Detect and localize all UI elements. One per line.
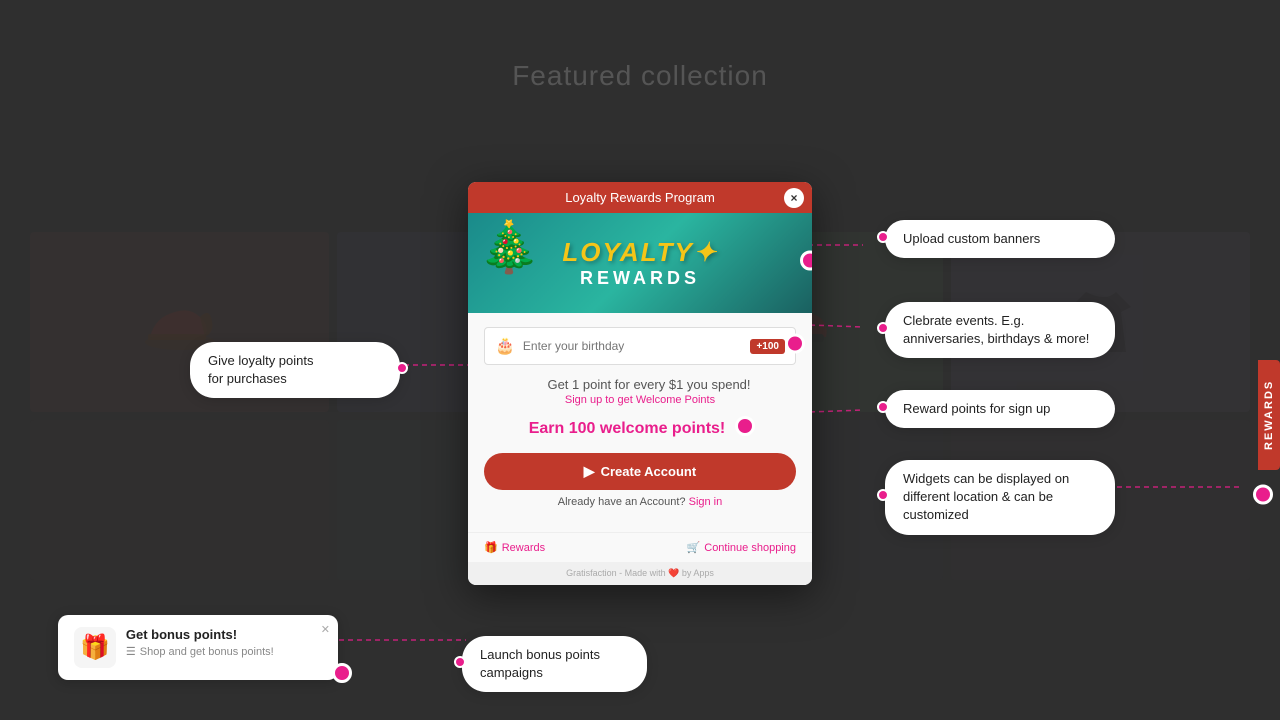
give-points-text: Give loyalty pointsfor purchases [208, 352, 382, 388]
upload-banners-callout: Upload custom banners [885, 220, 1115, 258]
earn-text: Get 1 point for every $1 you spend! [547, 377, 750, 392]
banner-loyalty-text: LOYALTY✦ [562, 237, 717, 268]
earn-row: Get 1 point for every $1 you spend! Sign… [484, 377, 796, 406]
signin-link[interactable]: Sign in [689, 496, 723, 508]
notif-title: Get bonus points! [126, 627, 274, 642]
modal-branding: Gratisfaction - Made with ❤️ by Apps [468, 562, 812, 585]
modal-banner: 🎄 LOYALTY✦ REWARDS [468, 213, 812, 313]
celebrate-dot [877, 322, 889, 334]
widgets-far-dot [1253, 485, 1273, 505]
earn-sub-text: Sign up to get Welcome Points [484, 394, 796, 406]
modal-close-button[interactable]: × [784, 188, 804, 208]
rewards-link-label: Rewards [502, 542, 545, 554]
birthday-icon: 🎂 [495, 336, 515, 356]
signin-row: Already have an Account? Sign in [484, 496, 796, 508]
widgets-dot [877, 489, 889, 501]
create-account-button[interactable]: ▶ Create Account [484, 453, 796, 490]
notif-content: Get bonus points! ☰ Shop and get bonus p… [126, 627, 274, 658]
notif-connector-dot [332, 663, 352, 683]
birthday-connector-dot [785, 334, 805, 354]
create-btn-label: Create Account [601, 464, 697, 479]
give-points-dot [396, 362, 408, 374]
widgets-callout: Widgets can be displayed on different lo… [885, 460, 1115, 535]
launch-bonus-callout: Launch bonus points campaigns [462, 636, 647, 692]
modal-footer: 🎁 Rewards 🛒 Continue shopping [468, 532, 812, 562]
banner-decoration: 🎄 [478, 218, 540, 277]
modal-body: 🎂 +100 Get 1 point for every $1 you spen… [468, 313, 812, 532]
reward-signup-dot [877, 401, 889, 413]
loyalty-modal: Loyalty Rewards Program × 🎄 LOYALTY✦ REW… [468, 182, 812, 585]
rewards-link[interactable]: 🎁 Rewards [484, 541, 545, 554]
continue-label: Continue shopping [704, 542, 796, 554]
banner-connector-dot [800, 251, 812, 271]
birthday-row: 🎂 +100 [484, 327, 796, 365]
cart-icon: 🛒 [687, 541, 701, 554]
notif-close-button[interactable]: ✕ [321, 623, 330, 636]
notif-list-icon: ☰ [126, 645, 136, 658]
celebrate-events-callout: Clebrate events. E.g. anniversaries, bir… [885, 302, 1115, 358]
notification-widget: 🎁 Get bonus points! ☰ Shop and get bonus… [58, 615, 338, 680]
banner-rewards-text: REWARDS [562, 268, 717, 289]
signin-text: Already have an Account? [558, 496, 686, 508]
rewards-icon: 🎁 [484, 541, 498, 554]
launch-bonus-text: Launch bonus points campaigns [480, 646, 629, 682]
create-btn-icon: ▶ [584, 463, 595, 480]
welcome-connector-dot [735, 416, 755, 436]
modal-header: Loyalty Rewards Program × [468, 182, 812, 213]
give-points-callout: Give loyalty pointsfor purchases [190, 342, 400, 398]
reward-signup-callout: Reward points for sign up [885, 390, 1115, 428]
notif-subtitle: ☰ Shop and get bonus points! [126, 645, 274, 658]
continue-shopping-link[interactable]: 🛒 Continue shopping [687, 541, 796, 554]
launch-bonus-dot [454, 656, 466, 668]
welcome-row: Earn 100 welcome points! [484, 416, 796, 441]
rewards-tab[interactable]: REWARDS [1258, 360, 1280, 470]
birthday-input[interactable] [523, 339, 751, 353]
upload-banners-text: Upload custom banners [903, 230, 1097, 248]
reward-signup-text: Reward points for sign up [903, 400, 1097, 418]
branding-text: Gratisfaction - Made with ❤️ by Apps [566, 568, 714, 578]
celebrate-events-text: Clebrate events. E.g. anniversaries, bir… [903, 312, 1097, 348]
birthday-badge: +100 [750, 339, 785, 354]
banner-text: LOYALTY✦ REWARDS [562, 237, 717, 289]
upload-banners-dot [877, 231, 889, 243]
notif-gift-icon: 🎁 [74, 627, 116, 668]
widgets-text: Widgets can be displayed on different lo… [903, 470, 1097, 525]
welcome-text: Earn 100 welcome points! [529, 420, 726, 438]
modal-title: Loyalty Rewards Program [565, 190, 715, 205]
